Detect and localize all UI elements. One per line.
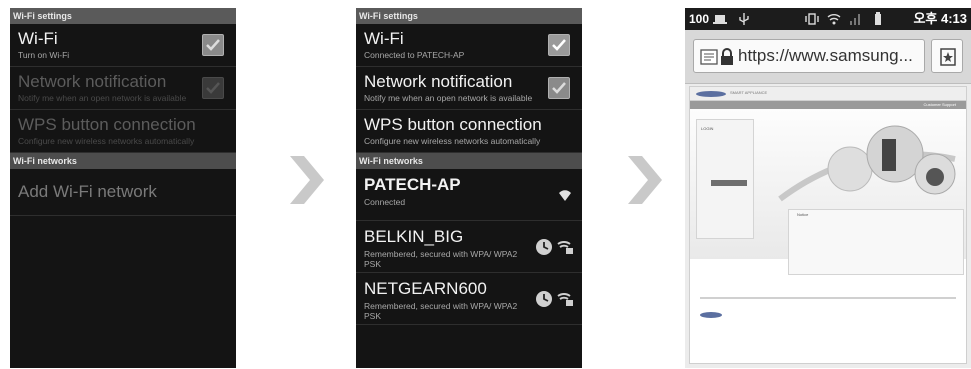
add-wifi-network-item[interactable]: Add Wi-Fi network bbox=[10, 169, 236, 216]
item-subtitle: Connected to PATECH-AP bbox=[364, 50, 465, 60]
footer-logo bbox=[700, 312, 722, 318]
item-title: Wi-Fi bbox=[364, 29, 404, 48]
checkbox-check-icon bbox=[552, 82, 566, 94]
login-title: LOGIN bbox=[701, 126, 714, 131]
appliances-illustration bbox=[778, 125, 956, 202]
item-title: Wi-Fi bbox=[18, 29, 58, 48]
signal-icon bbox=[850, 14, 860, 25]
usb-icon bbox=[739, 13, 749, 25]
browser-screen: 100 오후 4:13 https://www.samsung... SMART… bbox=[685, 8, 971, 368]
notification-icon bbox=[713, 15, 727, 24]
notice-panel[interactable]: Notice bbox=[788, 209, 964, 275]
battery-level: 100 bbox=[689, 12, 710, 26]
webpage-header: SMART APPLIANCE bbox=[690, 87, 966, 101]
network-notification-checkbox[interactable] bbox=[202, 77, 224, 99]
item-subtitle: Turn on Wi-Fi bbox=[18, 50, 70, 60]
wifi-checkbox[interactable] bbox=[202, 34, 224, 56]
wifi-signal-icon bbox=[559, 189, 571, 201]
network-item[interactable]: NETGEARN600 Remembered, secured with WPA… bbox=[356, 273, 582, 325]
item-title: WPS button connection bbox=[18, 115, 196, 134]
samsung-logo bbox=[696, 91, 726, 97]
login-panel[interactable]: LOGIN bbox=[696, 119, 754, 239]
wifi-secured-icon bbox=[557, 292, 573, 306]
chevron-right-icon bbox=[628, 156, 662, 204]
network-item[interactable]: PATECH-AP Connected bbox=[356, 169, 582, 221]
checkbox-check-icon bbox=[206, 39, 220, 51]
login-button[interactable] bbox=[711, 180, 747, 186]
wifi-settings-screen-off: Wi-Fi settings Wi-Fi Turn on Wi-Fi Netwo… bbox=[10, 8, 236, 368]
webpage-content[interactable]: SMART APPLIANCE Customer Support LOGIN N… bbox=[689, 86, 967, 364]
webpage-brand: SMART APPLIANCE bbox=[730, 90, 768, 95]
section-header-wifi-networks: Wi-Fi networks bbox=[10, 153, 236, 169]
wifi-toggle-item[interactable]: Wi-Fi Turn on Wi-Fi bbox=[10, 24, 236, 67]
url-input[interactable]: https://www.samsung... bbox=[693, 39, 925, 73]
clock: 오후 4:13 bbox=[913, 11, 967, 26]
checkbox-check-icon bbox=[552, 39, 566, 51]
network-status: Connected bbox=[364, 197, 406, 207]
remembered-icon bbox=[536, 290, 552, 307]
network-name: NETGEARN600 bbox=[364, 279, 487, 298]
vibrate-icon bbox=[805, 13, 819, 25]
item-subtitle: Notify me when an open network is availa… bbox=[364, 93, 533, 103]
network-notification-item[interactable]: Network notification Notify me when an o… bbox=[10, 67, 236, 110]
item-title: WPS button connection bbox=[364, 115, 542, 134]
wifi-secured-icon bbox=[557, 240, 573, 254]
wifi-status-icon bbox=[827, 14, 841, 25]
wifi-settings-screen-on: Wi-Fi settings Wi-Fi Connected to PATECH… bbox=[356, 8, 582, 368]
webpage-hero: LOGIN Notice bbox=[690, 109, 966, 275]
notice-title: Notice bbox=[797, 212, 809, 217]
wifi-checkbox[interactable] bbox=[548, 34, 570, 56]
battery-icon bbox=[875, 12, 881, 25]
page-icon bbox=[700, 49, 718, 65]
section-header-wifi-settings: Wi-Fi settings bbox=[10, 8, 236, 24]
bookmark-button[interactable] bbox=[931, 39, 963, 73]
remembered-icon bbox=[536, 238, 552, 255]
network-name: BELKIN_BIG bbox=[364, 227, 464, 246]
browser-toolbar: https://www.samsung... bbox=[685, 30, 971, 84]
item-subtitle: Configure new wireless networks automati… bbox=[364, 136, 541, 146]
wifi-toggle-item[interactable]: Wi-Fi Connected to PATECH-AP bbox=[356, 24, 582, 67]
webpage-nav: Customer Support bbox=[690, 101, 966, 109]
status-bar: 100 오후 4:13 bbox=[685, 8, 971, 30]
checkbox-check-icon bbox=[206, 82, 220, 94]
wps-button-connection-item[interactable]: WPS button connection Configure new wire… bbox=[10, 110, 236, 153]
item-title: Network notification bbox=[18, 72, 167, 91]
bookmark-icon bbox=[940, 48, 956, 66]
item-title: Network notification bbox=[364, 72, 513, 91]
url-text: https://www.samsung... bbox=[738, 46, 913, 65]
footer-divider bbox=[700, 297, 956, 299]
network-status: Remembered, secured with WPA/ WPA2 PSK bbox=[364, 301, 518, 321]
item-subtitle: Notify me when an open network is availa… bbox=[18, 93, 187, 103]
section-header-wifi-settings: Wi-Fi settings bbox=[356, 8, 582, 24]
item-subtitle: Configure new wireless networks automati… bbox=[18, 136, 195, 146]
wps-button-connection-item[interactable]: WPS button connection Configure new wire… bbox=[356, 110, 582, 153]
network-item[interactable]: BELKIN_BIG Remembered, secured with WPA/… bbox=[356, 221, 582, 273]
network-name: PATECH-AP bbox=[364, 175, 461, 194]
section-header-wifi-networks: Wi-Fi networks bbox=[356, 153, 582, 169]
chevron-right-icon bbox=[290, 156, 324, 204]
item-title: Add Wi-Fi network bbox=[18, 182, 157, 201]
lock-icon bbox=[721, 48, 733, 65]
webpage-nav-label: Customer Support bbox=[923, 102, 956, 107]
network-notification-checkbox[interactable] bbox=[548, 77, 570, 99]
network-status: Remembered, secured with WPA/ WPA2 PSK bbox=[364, 249, 518, 269]
network-notification-item[interactable]: Network notification Notify me when an o… bbox=[356, 67, 582, 110]
webpage-footer bbox=[700, 297, 956, 318]
